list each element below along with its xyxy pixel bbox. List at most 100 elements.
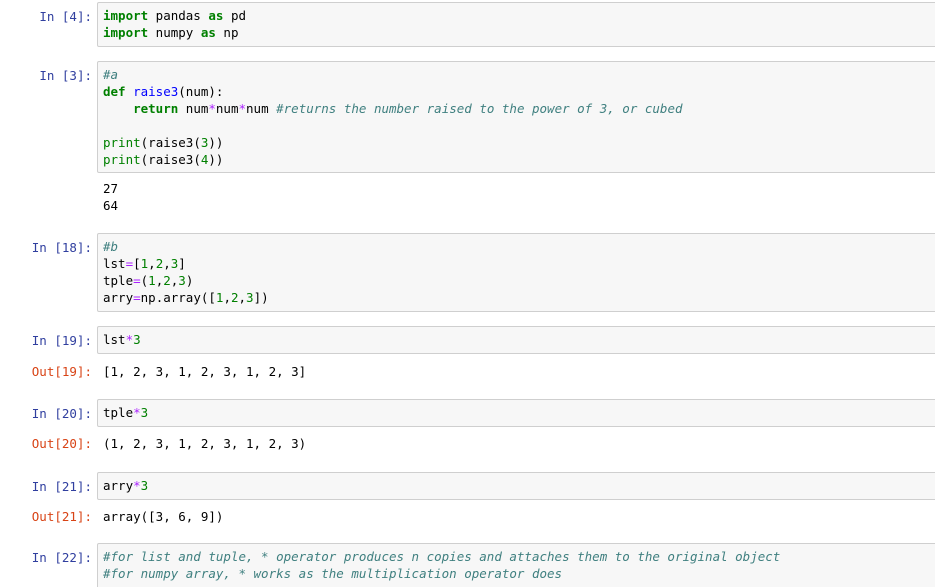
code-line: print(raise3(4)): [103, 151, 931, 168]
code-token: *: [133, 478, 141, 493]
code-token: print: [103, 152, 141, 167]
code-token: (num):: [178, 84, 224, 99]
in-prompt: In [18]:: [31, 240, 92, 255]
code-line: #for numpy array, * works as the multipl…: [103, 565, 931, 582]
out-prompt: Out[20]:: [31, 436, 92, 451]
code-token: import: [103, 25, 149, 40]
code-input[interactable]: lst*3: [97, 326, 935, 354]
in-prompt: In [22]:: [31, 550, 92, 565]
code-line: tple=(1,2,3): [103, 272, 931, 289]
code-token: 1: [148, 273, 156, 288]
code-token: [: [133, 256, 141, 271]
code-line: lst=[1,2,3]: [103, 255, 931, 272]
code-input[interactable]: tple*3: [97, 399, 935, 427]
output-line: 27: [103, 181, 119, 196]
code-token: 3: [140, 405, 149, 420]
code-token: #a: [103, 67, 119, 82]
code-token: arry: [103, 290, 134, 305]
in-prompt: In [3]:: [39, 68, 92, 83]
code-token: lst: [103, 332, 126, 347]
code-token: tple: [103, 405, 134, 420]
code-token: 3: [140, 478, 149, 493]
code-token: *: [125, 332, 134, 347]
code-token: num: [178, 101, 209, 116]
code-token: num: [246, 101, 277, 116]
code-line: #a: [103, 66, 931, 83]
out-prompt: Out[19]:: [31, 364, 92, 379]
code-token: print: [103, 135, 141, 150]
code-token: ,: [238, 290, 247, 305]
output-line: (1, 2, 3, 1, 2, 3, 1, 2, 3): [103, 436, 307, 451]
code-token: pandas: [148, 8, 209, 23]
code-line: tple*3: [103, 404, 931, 421]
code-token: #b: [103, 239, 119, 254]
code-line: import numpy as np: [103, 24, 931, 41]
code-token: )): [208, 135, 224, 150]
code-token: ,: [148, 256, 156, 271]
code-token: numpy: [148, 25, 201, 40]
code-token: as: [200, 25, 216, 40]
code-token: 3: [133, 332, 141, 347]
code-token: =: [125, 256, 134, 271]
code-token: np.array([: [140, 290, 216, 305]
code-token: pd: [223, 8, 247, 23]
code-token: return: [133, 101, 179, 116]
code-line: #b: [103, 238, 931, 255]
code-token: (raise3(: [140, 135, 201, 150]
code-token: *: [133, 405, 141, 420]
code-token: def: [103, 84, 126, 99]
code-token: )): [208, 152, 224, 167]
code-line: arry=np.array([1,2,3]): [103, 289, 931, 306]
code-token: lst: [103, 256, 126, 271]
cell-output: [1, 2, 3, 1, 2, 3, 1, 2, 3]: [103, 363, 306, 380]
code-input[interactable]: #b lst=[1,2,3] tple=(1,2,3) arry=np.array([…: [97, 233, 935, 312]
code-line: lst*3: [103, 331, 931, 348]
out-prompt: Out[21]:: [31, 509, 92, 524]
cell-output: 27 64: [103, 180, 118, 214]
code-input[interactable]: #a def raise3(num): return num*num*num #r…: [97, 61, 935, 173]
code-token: 3: [246, 290, 254, 305]
notebook-page: In [4]: import pandas as pd import numpy …: [0, 0, 935, 587]
code-token: ]: [178, 256, 186, 271]
code-token: *: [238, 101, 247, 116]
code-token: (raise3(: [140, 152, 201, 167]
code-token: arry: [103, 478, 134, 493]
code-token: ,: [163, 256, 171, 271]
code-token: =: [133, 273, 141, 288]
output-line: array([3, 6, 9]): [103, 509, 224, 524]
output-line: 64: [103, 198, 119, 213]
code-line: #for list and tuple, * operator produces…: [103, 548, 931, 565]
code-token: =: [133, 290, 141, 305]
code-token: #for list and tuple, * operator produces…: [103, 549, 781, 564]
in-prompt: In [21]:: [31, 479, 92, 494]
code-token: #for numpy array, * works as the multipl…: [103, 566, 563, 581]
code-token: tple: [103, 273, 134, 288]
code-input[interactable]: arry*3: [97, 472, 935, 500]
in-prompt: In [20]:: [31, 406, 92, 421]
code-line: return num*num*num #returns the number r…: [103, 100, 931, 117]
code-token: num: [215, 101, 239, 116]
cell-output: (1, 2, 3, 1, 2, 3, 1, 2, 3): [103, 435, 306, 452]
code-input[interactable]: import pandas as pd import numpy as np: [97, 2, 935, 47]
code-token: *: [208, 101, 216, 116]
code-token: as: [208, 8, 224, 23]
code-token: 3: [178, 273, 186, 288]
code-token: import: [103, 8, 149, 23]
cell-output: array([3, 6, 9]): [103, 508, 223, 525]
code-token: ,: [223, 290, 231, 305]
code-token: ): [185, 273, 194, 288]
code-line: def raise3(num):: [103, 83, 931, 100]
in-prompt: In [4]:: [39, 9, 92, 24]
output-line: [1, 2, 3, 1, 2, 3, 1, 2, 3]: [103, 364, 307, 379]
code-line: import pandas as pd: [103, 7, 931, 24]
code-token: raise3: [133, 84, 179, 99]
code-token: np: [215, 25, 239, 40]
in-prompt: In [19]:: [31, 333, 92, 348]
code-input[interactable]: #for list and tuple, * operator produces…: [97, 543, 935, 587]
code-token: 2: [163, 273, 171, 288]
code-token: ]): [253, 290, 269, 305]
code-token: #returns the number raised to the power …: [276, 101, 683, 116]
